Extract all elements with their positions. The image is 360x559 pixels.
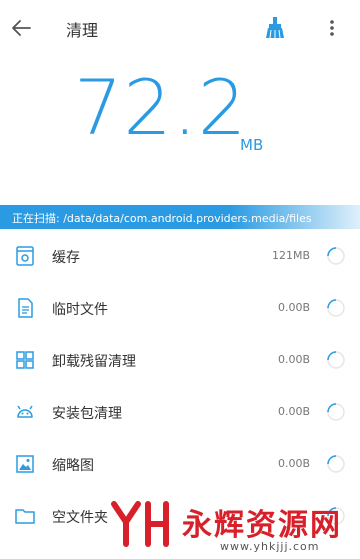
list-item-apk-cleanup[interactable]: 安装包清理 0.00B	[0, 386, 360, 438]
document-icon	[18, 298, 33, 318]
top-app-bar: 清理	[0, 0, 360, 56]
more-vertical-icon	[330, 20, 334, 36]
watermark-logo-icon	[111, 501, 169, 547]
list-item-label: 安装包清理	[52, 406, 122, 422]
watermark-name: 永辉资源网	[182, 508, 342, 543]
list-item-size: 0.00B	[277, 301, 310, 314]
scan-progress-bar: 正在扫描: /data/data/com.android.providers.m…	[0, 205, 360, 229]
list-item-label: 空文件夹	[52, 510, 108, 526]
loading-spinner-icon	[327, 403, 345, 421]
list-item-size: 0.00B	[277, 457, 310, 470]
list-item-label: 缩略图	[52, 458, 94, 474]
folder-icon	[15, 509, 35, 524]
list-item-size: 121MB	[271, 249, 310, 262]
list-item-label: 临时文件	[52, 302, 108, 318]
more-options-button[interactable]	[324, 16, 340, 40]
list-item-temp-files[interactable]: 临时文件 0.00B	[0, 282, 360, 334]
list-item-size: 0.00B	[277, 353, 310, 366]
loading-spinner-icon	[327, 351, 345, 369]
list-item-label: 缓存	[52, 250, 80, 266]
loading-spinner-icon	[327, 247, 345, 265]
list-item-uninstall-residue[interactable]: 卸载残留清理 0.00B	[0, 334, 360, 386]
watermark-url: www.yhkjjj.com	[220, 540, 320, 553]
page-title: 清理	[66, 21, 99, 40]
android-icon	[17, 405, 33, 418]
grid-icon	[16, 351, 34, 369]
broom-icon	[266, 17, 284, 39]
list-item-cache[interactable]: 缓存 121MB	[0, 230, 360, 282]
junk-size-unit: MB	[240, 136, 264, 154]
clean-button[interactable]	[264, 16, 286, 40]
arrow-left-icon	[12, 20, 31, 36]
back-button[interactable]	[8, 14, 36, 42]
image-icon	[16, 455, 34, 473]
loading-spinner-icon	[327, 299, 345, 317]
junk-size-value: 72.2	[74, 63, 248, 152]
junk-category-list: 缓存 121MB 临时文件 0.00B 卸载残留清理 0.00B 安装包清理 0…	[0, 230, 360, 542]
watermark: 永辉资源网 www.yhkjjj.com	[110, 498, 360, 559]
loading-spinner-icon	[327, 455, 345, 473]
list-item-size: 0.00B	[277, 405, 310, 418]
gear-box-icon	[16, 246, 34, 266]
list-item-label: 卸载残留清理	[52, 354, 136, 370]
list-item-thumbnails[interactable]: 缩略图 0.00B	[0, 438, 360, 490]
